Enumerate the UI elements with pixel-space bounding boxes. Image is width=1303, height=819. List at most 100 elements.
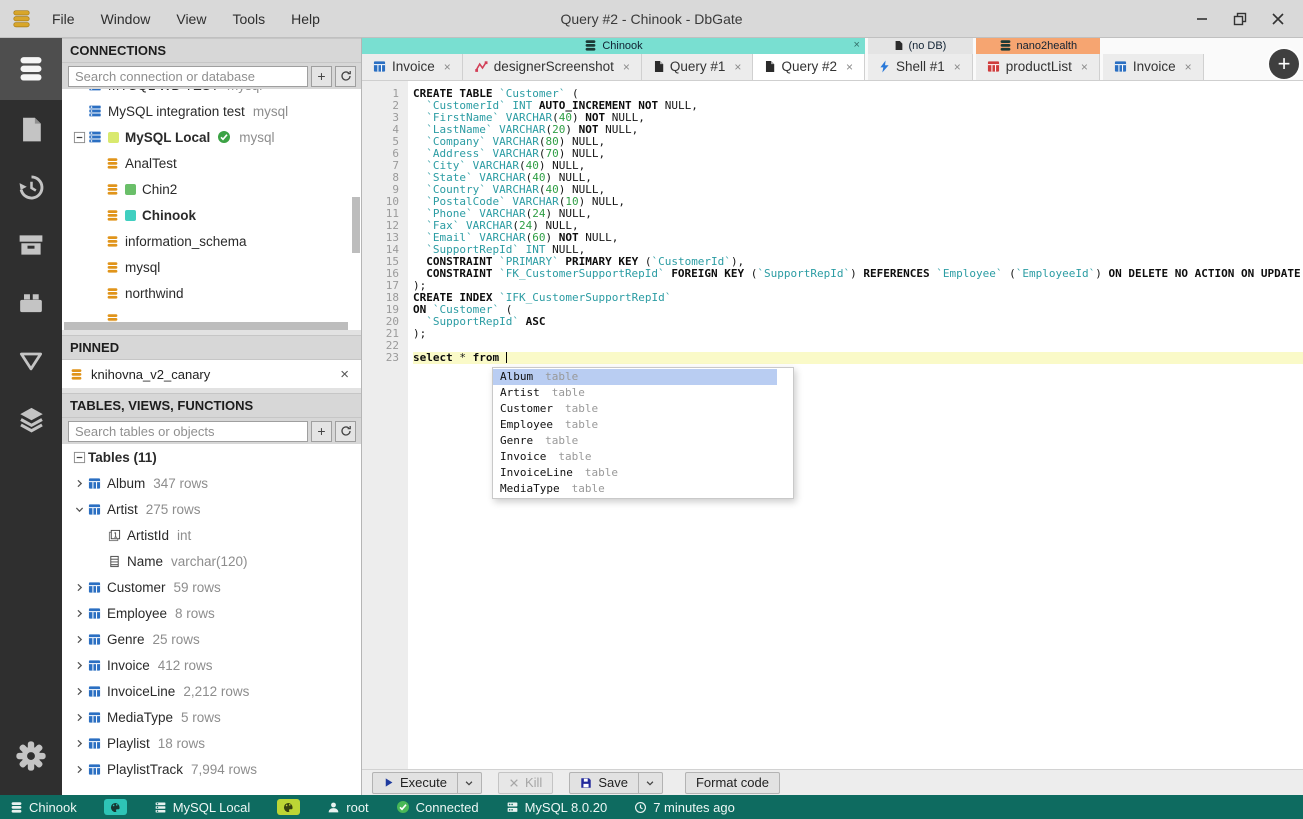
autocomplete-item[interactable]: Artist table [493,385,777,401]
chevron-right-icon[interactable] [74,582,85,593]
rail-item-filter[interactable] [0,332,62,390]
refresh-connections-button[interactable] [335,65,356,87]
rail-item-plugins[interactable] [0,274,62,332]
chevron-right-icon[interactable] [74,764,85,775]
format-code-button[interactable]: Format code [684,771,780,794]
table-item[interactable]: Playlist 18 rows [62,730,361,756]
sql-editor[interactable]: 1 2 3 4 5 6 7 8 9 10 11 12 13 14 15 16 17 18 19 20 21 22 23 CR… [362,81,1303,769]
connections-horizontal-scrollbar[interactable] [64,322,348,330]
add-connection-button[interactable]: + [311,65,332,87]
server-color-badge[interactable] [277,799,301,815]
connections-search-input[interactable] [68,65,308,87]
execute-button[interactable]: Execute [372,771,458,794]
rail-item-file[interactable] [0,100,62,158]
tab-designerscreenshot[interactable]: designerScreenshot × [462,53,642,80]
database-item[interactable]: mysql [62,254,361,280]
autocomplete-item[interactable]: Invoice table [493,449,777,465]
connection-item[interactable]: MySQL Local mysql [62,124,361,150]
chevron-right-icon[interactable] [74,634,85,645]
connection-item[interactable]: MySQL integration test mysql [62,98,361,124]
close-group-icon[interactable]: × [854,39,860,51]
add-table-button[interactable]: + [311,420,332,442]
refresh-tables-button[interactable] [335,420,356,442]
restore-button[interactable] [1221,0,1259,38]
chevron-right-icon[interactable] [74,478,85,489]
tab-productlist[interactable]: productList × [975,53,1100,80]
autocomplete-item[interactable]: Employee table [493,417,777,433]
menu-help[interactable]: Help [280,7,331,31]
autocomplete-item[interactable]: MediaType table [493,481,777,497]
close-button[interactable] [1259,0,1297,38]
new-tab-button[interactable]: + [1269,49,1299,79]
chevron-right-icon[interactable] [74,738,85,749]
tab-group-header[interactable] [1103,38,1204,54]
database-item[interactable]: AnalTest [62,150,361,176]
status-database[interactable]: Chinook [10,800,77,815]
table-item[interactable]: InvoiceLine 2,212 rows [62,678,361,704]
connections-vertical-scrollbar[interactable] [352,197,360,253]
chevron-right-icon[interactable] [74,712,85,723]
connections-tree: MYSQL WD TEST mysql MySQL integration te… [62,89,361,330]
close-tab-icon[interactable]: × [1081,60,1088,74]
menu-window[interactable]: Window [90,7,162,31]
rail-item-database[interactable] [0,38,62,100]
table-item[interactable]: Invoice 412 rows [62,652,361,678]
close-tab-icon[interactable]: × [954,60,961,74]
menu-view[interactable]: View [165,7,217,31]
rail-item-layers[interactable] [0,390,62,448]
collapse-icon[interactable] [73,131,86,144]
tab-group-header[interactable]: (no DB) [867,38,973,54]
status-server[interactable]: MySQL Local [154,800,250,815]
table-item[interactable]: Customer 59 rows [62,574,361,600]
rail-item-history[interactable] [0,158,62,216]
save-button[interactable]: Save [569,771,639,794]
table-item[interactable]: Employee 8 rows [62,600,361,626]
table-item[interactable]: PlaylistTrack 7,994 rows [62,756,361,782]
chevron-right-icon[interactable] [74,660,85,671]
database-color-badge[interactable] [103,799,127,815]
chevron-right-icon[interactable] [74,608,85,619]
close-tab-icon[interactable]: × [734,60,741,74]
column-item[interactable]: 1 ArtistId int [62,522,361,548]
rail-item-archive[interactable] [0,216,62,274]
close-tab-icon[interactable]: × [1185,60,1192,74]
tab-invoice[interactable]: Invoice × [1102,53,1204,80]
collapse-icon[interactable] [73,451,86,464]
tab-shell-1[interactable]: Shell #1 × [867,53,973,80]
save-dropdown-button[interactable] [638,771,663,794]
table-item[interactable]: Genre 25 rows [62,626,361,652]
tab-group-header[interactable]: Chinook × [362,38,865,54]
database-item[interactable]: information_schema [62,228,361,254]
close-tab-icon[interactable]: × [444,60,451,74]
tab-query-1[interactable]: Query #1 × [641,53,754,80]
menu-file[interactable]: File [41,7,86,31]
connection-item[interactable]: MYSQL WD TEST mysql [62,89,361,98]
close-tab-icon[interactable]: × [623,60,630,74]
execute-dropdown-button[interactable] [457,771,482,794]
close-tab-icon[interactable]: × [846,60,853,74]
database-item[interactable]: Chin2 [62,176,361,202]
chevron-right-icon[interactable] [74,686,85,697]
tables-search-input[interactable] [68,420,308,442]
rail-item-settings[interactable] [0,727,62,785]
table-item[interactable]: Album 347 rows [62,470,361,496]
tab-group-header[interactable]: nano2health [975,38,1100,54]
chevron-down-icon[interactable] [74,504,85,515]
database-item[interactable]: Chinook [62,202,361,228]
unpin-close-icon[interactable]: × [336,366,353,383]
file-icon [766,61,775,73]
autocomplete-item[interactable]: Genre table [493,433,777,449]
tab-query-2[interactable]: Query #2 × [753,53,865,80]
tab-invoice[interactable]: Invoice × [362,53,463,80]
table-item[interactable]: Artist 275 rows [62,496,361,522]
tables-group-row[interactable]: Tables (11) [62,444,361,470]
autocomplete-item[interactable]: Album table [493,369,777,385]
table-item[interactable]: MediaType 5 rows [62,704,361,730]
autocomplete-item[interactable]: InvoiceLine table [493,465,777,481]
database-item[interactable]: northwind [62,280,361,306]
pinned-item[interactable]: knihovna_v2_canary × [62,360,361,388]
autocomplete-item[interactable]: Customer table [493,401,777,417]
column-item[interactable]: Name varchar(120) [62,548,361,574]
minimize-button[interactable] [1183,0,1221,38]
menu-tools[interactable]: Tools [221,7,276,31]
